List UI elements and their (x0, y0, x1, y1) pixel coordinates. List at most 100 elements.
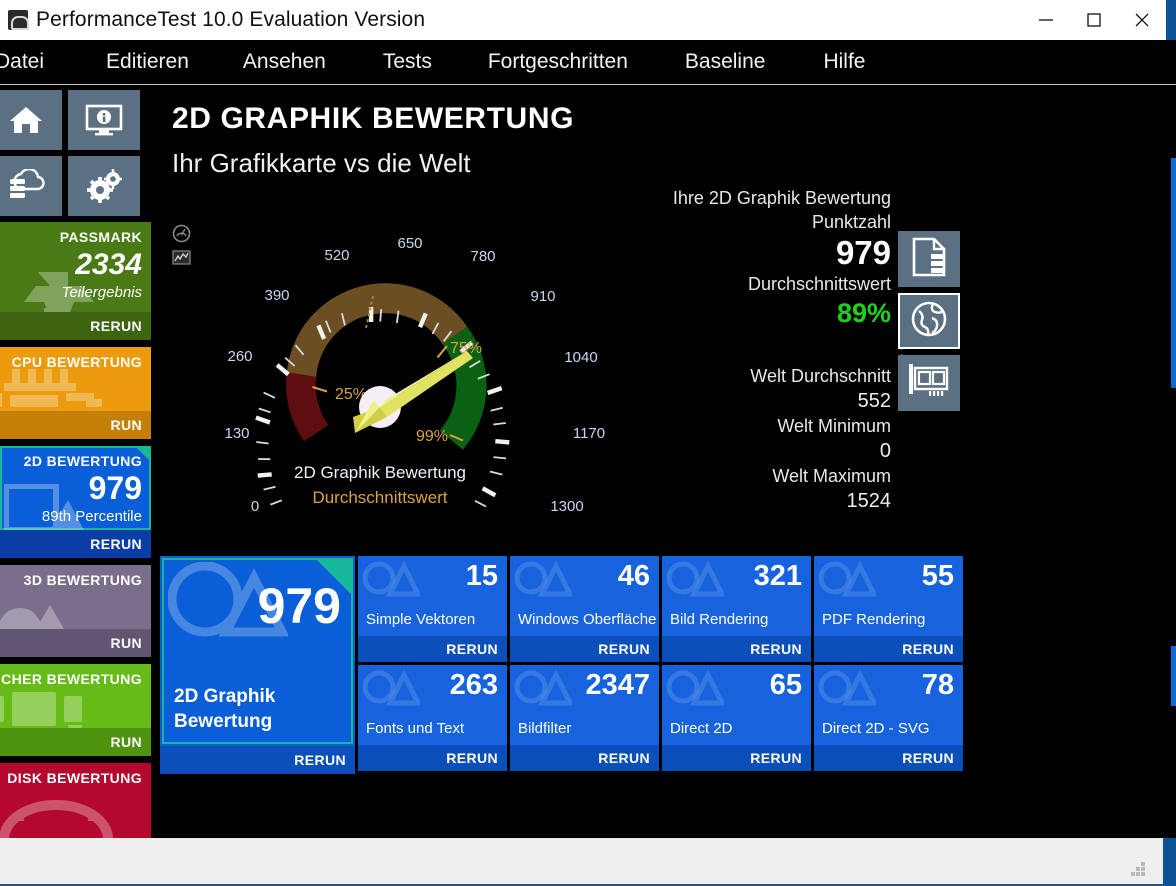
gauge-title: 2D Graphik Bewertung (294, 463, 466, 482)
sidebar-item-memory-rating[interactable]: PEICHER BEWERTUNG RUN (0, 664, 151, 756)
passmark-logo-icon (8, 10, 29, 30)
vertical-scrollbar[interactable] (1170, 86, 1176, 838)
tile-action[interactable]: RERUN (814, 636, 963, 662)
menu-item-hilfe[interactable]: Hilfe (823, 50, 865, 74)
window-edge-accent (1166, 0, 1176, 40)
main-content: 2D GRAPHIK BEWERTUNG Ihr Grafikkarte vs … (151, 86, 1176, 838)
result-tile-pdf-rendering[interactable]: 55 PDF Rendering RERUN (814, 556, 963, 662)
close-button[interactable] (1118, 0, 1166, 40)
tile-label: Simple Vektoren (366, 611, 476, 628)
graphics-card-button[interactable] (898, 355, 960, 411)
scrollbar-thumb-secondary[interactable] (1171, 646, 1176, 706)
sidebar-tile-sub: 89th Percentile (41, 508, 142, 525)
graphics-card-icon (909, 363, 949, 403)
window-right-edge-accent (1163, 838, 1176, 886)
sidebar-tile-action[interactable]: RUN (0, 629, 151, 657)
window-bottom-panel (0, 838, 1163, 886)
result-tile-windows-interface[interactable]: 46 Windows Oberfläche RERUN (510, 556, 659, 662)
window-title: PerformanceTest 10.0 Evaluation Version (36, 8, 426, 31)
summary-tile-action[interactable]: RERUN (160, 746, 355, 774)
tile-value: 321 (753, 560, 802, 592)
2d-graphics-icon (818, 669, 876, 706)
gauge-svg: 0 130 260 390 520 650 780 910 1040 1170 … (224, 235, 605, 533)
menu-item-baseline[interactable]: Baseline (685, 50, 766, 74)
window-body: PASSMARK 2334 Teilergebnis RERUN CPU BEW… (0, 86, 1176, 838)
result-tile-summary[interactable]: 979 2D Graphik Bewertung RERUN (160, 556, 355, 774)
sidebar: PASSMARK 2334 Teilergebnis RERUN CPU BEW… (0, 86, 151, 838)
sidebar-item-passmark-rating[interactable]: PASSMARK 2334 Teilergebnis RERUN (0, 222, 151, 340)
gauge-marker-99: 99% (416, 428, 448, 445)
world-average-label: Welt Durchschnitt (750, 366, 891, 386)
menu-item-editieren[interactable]: Editieren (106, 50, 189, 74)
menu-item-datei[interactable]: Datei (0, 50, 44, 74)
tile-label: Bildfilter (518, 720, 572, 737)
window-controls (1022, 0, 1176, 40)
menu-item-fortgeschritten[interactable]: Fortgeschritten (488, 50, 628, 74)
sidebar-item-2d-rating[interactable]: 2D BEWERTUNG 979 89th Percentile RERUN (0, 446, 151, 558)
result-tile-fonts-and-text[interactable]: 263 Fonts und Text RERUN (358, 665, 507, 771)
sidebar-system-info-button[interactable] (68, 90, 140, 150)
sidebar-tile-action[interactable]: RUN (0, 728, 151, 756)
summary-tile-value: 979 (257, 578, 341, 634)
result-tile-direct-2d-svg[interactable]: 78 Direct 2D - SVG RERUN (814, 665, 963, 771)
tile-action[interactable]: RERUN (510, 745, 659, 771)
side-action-icons (898, 231, 960, 417)
result-tile-image-rendering[interactable]: 321 Bild Rendering RERUN (662, 556, 811, 662)
sidebar-tile-action[interactable]: RERUN (0, 312, 151, 340)
page-subtitle: Ihr Grafikkarte vs die Welt (172, 148, 471, 178)
sidebar-cloud-database-button[interactable] (0, 156, 62, 216)
sidebar-tile-head: 2D BEWERTUNG (23, 453, 142, 469)
sidebar-tile-action[interactable]: RERUN (0, 530, 151, 558)
tile-action[interactable]: RERUN (662, 745, 811, 771)
tile-label: Direct 2D (670, 720, 733, 737)
score-label: Ihre 2D Graphik Bewertung Punktzahl (672, 188, 891, 232)
result-tile-direct-2d[interactable]: 65 Direct 2D RERUN (662, 665, 811, 771)
gauge-tick-3: 390 (264, 287, 289, 304)
gauge-tick-4: 520 (324, 247, 349, 264)
tile-action[interactable]: RERUN (662, 636, 811, 662)
system-info-icon (85, 104, 123, 136)
details-document-icon (911, 237, 947, 282)
details-document-button[interactable] (898, 231, 960, 287)
result-tile-simple-vectors[interactable]: 15 Simple Vektoren RERUN (358, 556, 507, 662)
tile-action[interactable]: RERUN (358, 745, 507, 771)
2d-graphics-icon (514, 669, 572, 706)
sidebar-quick-icons (0, 90, 151, 220)
tile-action[interactable]: RERUN (358, 636, 507, 662)
tile-action[interactable]: RERUN (510, 636, 659, 662)
gauge-tick-7: 910 (530, 288, 555, 305)
sidebar-tile-head: PASSMARK (59, 229, 142, 245)
sidebar-item-cpu-rating[interactable]: CPU BEWERTUNG RUN (0, 347, 151, 439)
menu-bar: Datei Editieren Ansehen Tests Fortgeschr… (0, 40, 1176, 85)
resize-grip[interactable] (1131, 862, 1145, 876)
gauge-tick-10: 1300 (550, 498, 583, 515)
world-comparison-button[interactable] (898, 293, 960, 349)
2d-graphics-icon (514, 560, 572, 597)
result-tile-image-filters[interactable]: 2347 Bildfilter RERUN (510, 665, 659, 771)
world-maximum-value: 1524 (846, 490, 892, 512)
sidebar-tile-head: DISK BEWERTUNG (7, 770, 142, 786)
sidebar-item-disk-rating[interactable]: DISK BEWERTUNG (0, 763, 151, 838)
2d-graphics-icon (362, 560, 420, 597)
gauge-tick-5: 650 (397, 235, 422, 252)
sidebar-tile-sub: Teilergebnis (61, 284, 142, 301)
minimize-button[interactable] (1022, 0, 1070, 40)
world-maximum-label: Welt Maximum (772, 466, 891, 486)
tile-action[interactable]: RERUN (814, 745, 963, 771)
maximize-button[interactable] (1070, 0, 1118, 40)
gauge-tick-2: 260 (227, 348, 252, 365)
tile-label: PDF Rendering (822, 611, 926, 628)
sidebar-item-3d-rating[interactable]: 3D BEWERTUNG RUN (0, 565, 151, 657)
sidebar-tile-action[interactable]: RUN (0, 411, 151, 439)
2d-graphics-icon (818, 560, 876, 597)
sidebar-home-button[interactable] (0, 90, 62, 150)
gauge-subtitle: Durchschnittswert (312, 488, 447, 507)
sidebar-settings-button[interactable] (68, 156, 140, 216)
tile-value: 78 (921, 669, 954, 701)
gauge-tick-0: 0 (251, 498, 259, 515)
page-title: 2D GRAPHIK BEWERTUNG (172, 102, 575, 135)
scrollbar-thumb[interactable] (1171, 158, 1176, 388)
menu-item-tests[interactable]: Tests (383, 50, 432, 74)
menu-item-ansehen[interactable]: Ansehen (243, 50, 326, 74)
sidebar-tile-value: 2334 (75, 248, 142, 281)
